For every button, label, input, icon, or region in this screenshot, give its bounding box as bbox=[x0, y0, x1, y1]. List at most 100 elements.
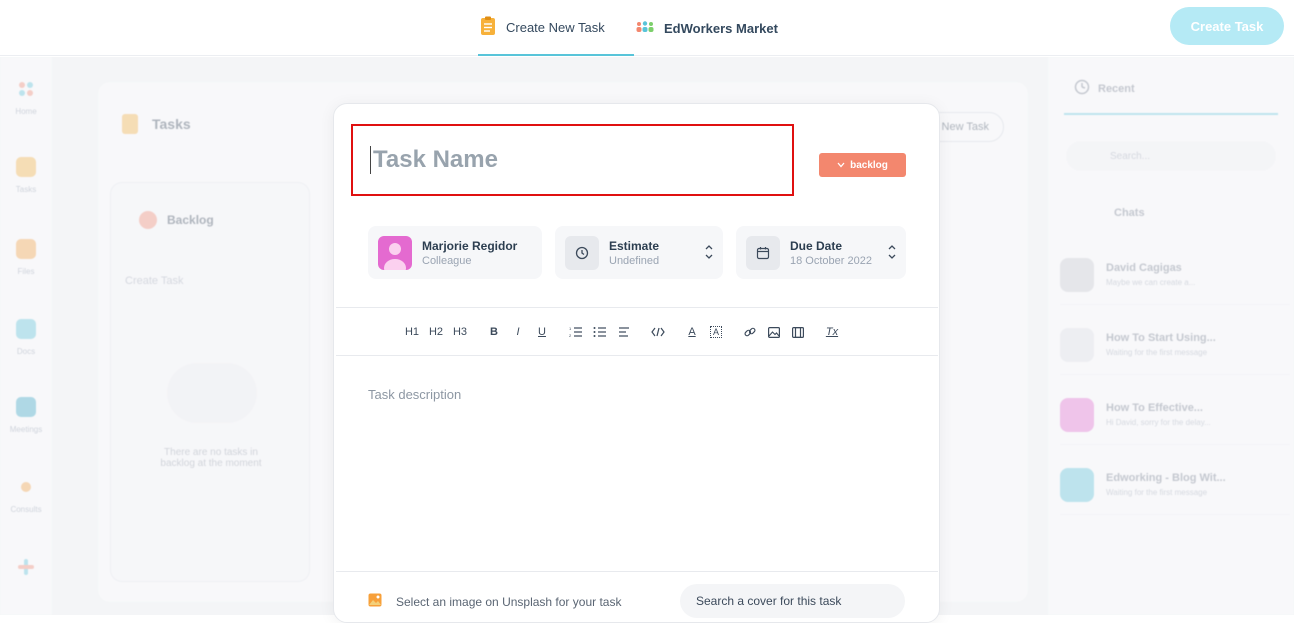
estimate-picker[interactable]: Estimate Undefined bbox=[555, 226, 723, 279]
tab-underline bbox=[1064, 113, 1278, 115]
clear-format-button[interactable]: Tx bbox=[820, 322, 844, 342]
align-left-icon bbox=[619, 327, 629, 337]
list-item[interactable]: How To Effective... Hi David, sorry for t… bbox=[1060, 385, 1290, 445]
svg-text:1: 1 bbox=[569, 326, 572, 331]
clipboard-icon bbox=[480, 16, 496, 39]
calendar-icon bbox=[746, 235, 780, 270]
folder-icon bbox=[16, 239, 36, 259]
sidebar-item-label: Home bbox=[15, 107, 37, 116]
consults-icon bbox=[16, 477, 36, 497]
task-description-input[interactable]: Task description bbox=[368, 387, 461, 402]
sidebar-item-label: Meetings bbox=[9, 425, 43, 434]
image-button[interactable] bbox=[762, 322, 786, 342]
bold-button[interactable]: B bbox=[482, 322, 506, 342]
due-date-label: Due Date bbox=[790, 238, 843, 253]
tasks-icon bbox=[122, 114, 138, 134]
tasks-icon bbox=[16, 157, 36, 177]
tab-create-new-task[interactable]: Create New Task bbox=[478, 0, 634, 56]
code-button[interactable] bbox=[646, 322, 670, 342]
heading-2-button[interactable]: H2 bbox=[424, 322, 448, 342]
bullet-list-button[interactable] bbox=[588, 322, 612, 342]
section-title: Chats bbox=[1114, 207, 1145, 219]
avatar bbox=[1060, 257, 1094, 292]
link-icon bbox=[744, 327, 756, 337]
tab-label: Create New Task bbox=[506, 19, 605, 35]
panel-title: Tasks bbox=[152, 116, 191, 132]
video-button[interactable] bbox=[786, 322, 810, 342]
backlog-column: Backlog Create Task There are no tasks i… bbox=[110, 182, 310, 582]
due-date-value: 18 October 2022 bbox=[790, 254, 872, 267]
sidebar: Home Tasks Files Docs Meetings Consults bbox=[0, 57, 52, 615]
image-icon bbox=[768, 326, 780, 338]
ordered-list-icon: 12 bbox=[569, 326, 582, 338]
divider bbox=[336, 571, 938, 572]
docs-icon bbox=[16, 319, 36, 339]
sidebar-item-label: Docs bbox=[16, 347, 36, 356]
empty-illustration bbox=[167, 363, 257, 423]
sidebar-item-tasks[interactable]: Tasks bbox=[0, 157, 52, 194]
assignee-name: Marjorie Regidor bbox=[422, 238, 518, 253]
image-icon bbox=[368, 593, 382, 612]
due-date-picker[interactable]: Due Date 18 October 2022 bbox=[736, 226, 906, 279]
sidebar-item-home[interactable]: Home bbox=[0, 79, 52, 116]
create-task-link[interactable]: Create Task bbox=[125, 275, 184, 287]
create-task-button[interactable]: Create Task bbox=[1170, 7, 1284, 45]
text-background-button[interactable]: A bbox=[710, 326, 722, 338]
home-icon bbox=[16, 79, 36, 99]
text-color-button[interactable]: A bbox=[680, 322, 704, 342]
backlog-icon bbox=[139, 211, 157, 229]
status-badge-label: backlog bbox=[850, 159, 888, 171]
right-panel: Recent Search... Chats David Cagigas Mayb… bbox=[1048, 57, 1294, 615]
code-icon bbox=[651, 327, 665, 337]
clock-icon bbox=[565, 235, 599, 270]
film-icon bbox=[792, 326, 804, 338]
list-item[interactable]: David Cagigas Maybe we can create a... bbox=[1060, 245, 1290, 305]
sidebar-item-meetings[interactable]: Meetings bbox=[0, 397, 52, 434]
estimate-value: Undefined bbox=[609, 254, 660, 267]
editor-toolbar: H1 H2 H3 B I U 12 A A Tx bbox=[400, 322, 844, 342]
status-badge[interactable]: backlog bbox=[819, 153, 906, 177]
unsplash-hint[interactable]: Select an image on Unsplash for your tas… bbox=[396, 595, 621, 609]
search-cover-input[interactable]: Search a cover for this task bbox=[680, 584, 905, 618]
list-item[interactable]: Edworking - Blog Wit... Waiting for the f… bbox=[1060, 455, 1290, 515]
column-title: Backlog bbox=[167, 213, 214, 227]
top-bar: Create New Task EdWorkers Market Create … bbox=[0, 0, 1294, 56]
task-name-input[interactable] bbox=[370, 146, 770, 174]
sidebar-item-files[interactable]: Files bbox=[0, 239, 52, 276]
avatar bbox=[1060, 327, 1094, 362]
empty-text: There are no tasks in backlog at the mom… bbox=[160, 447, 262, 469]
clock-icon bbox=[1074, 79, 1090, 98]
estimate-label: Estimate bbox=[609, 238, 660, 253]
add-app-icon[interactable] bbox=[0, 557, 52, 577]
heading-3-button[interactable]: H3 bbox=[448, 322, 472, 342]
sidebar-item-label: Tasks bbox=[15, 185, 37, 194]
align-left-button[interactable] bbox=[612, 322, 636, 342]
bullet-list-icon bbox=[593, 327, 606, 337]
avatar bbox=[1060, 467, 1094, 502]
link-button[interactable] bbox=[738, 322, 762, 342]
tab-edworkers-market[interactable]: EdWorkers Market bbox=[636, 0, 778, 56]
people-icon bbox=[636, 20, 654, 37]
ordered-list-button[interactable]: 12 bbox=[564, 322, 588, 342]
sidebar-item-label: Files bbox=[17, 267, 35, 276]
underline-button[interactable]: U bbox=[530, 322, 554, 342]
heading-1-button[interactable]: H1 bbox=[400, 322, 424, 342]
tab-label: EdWorkers Market bbox=[664, 20, 778, 36]
sidebar-item-label: Consults bbox=[10, 505, 42, 514]
avatar bbox=[378, 235, 412, 270]
task-name-field[interactable] bbox=[351, 124, 794, 196]
svg-text:2: 2 bbox=[569, 333, 572, 338]
italic-button[interactable]: I bbox=[506, 322, 530, 342]
create-task-modal: backlog Marjorie Regidor Colleague Estim… bbox=[333, 103, 940, 623]
chevron-up-down-icon bbox=[705, 245, 713, 259]
tab-recent[interactable]: Recent bbox=[1074, 79, 1135, 98]
search-input[interactable]: Search... bbox=[1066, 141, 1276, 171]
avatar bbox=[1060, 397, 1094, 432]
list-item[interactable]: How To Start Using... Waiting for the fir… bbox=[1060, 315, 1290, 375]
meetings-icon bbox=[16, 397, 36, 417]
sidebar-item-consults[interactable]: Consults bbox=[0, 477, 52, 514]
chevron-down-icon bbox=[837, 160, 845, 171]
sidebar-item-docs[interactable]: Docs bbox=[0, 319, 52, 356]
assignee-picker[interactable]: Marjorie Regidor Colleague bbox=[368, 226, 542, 279]
assignee-role: Colleague bbox=[422, 254, 472, 267]
